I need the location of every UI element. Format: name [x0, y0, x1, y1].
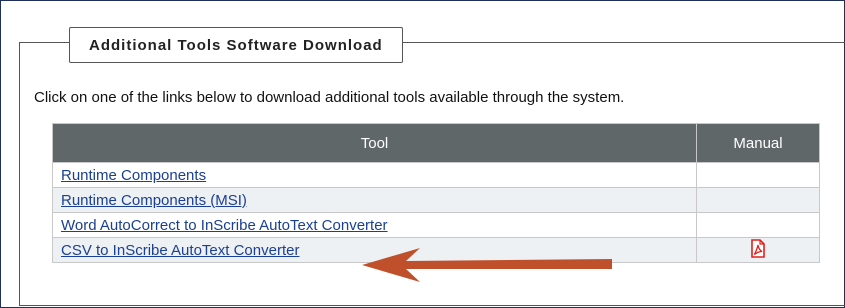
manual-cell — [696, 237, 820, 263]
table-row: Runtime Components (MSI) — [52, 187, 820, 213]
pdf-manual-icon[interactable] — [750, 238, 766, 262]
word-autocorrect-converter-link[interactable]: Word AutoCorrect to InScribe AutoText Co… — [61, 217, 388, 234]
table-header-row: Tool Manual — [52, 123, 820, 163]
runtime-components-link[interactable]: Runtime Components — [61, 167, 206, 184]
tool-cell: Word AutoCorrect to InScribe AutoText Co… — [52, 212, 697, 238]
tool-column-header: Tool — [52, 123, 697, 163]
tool-cell: Runtime Components (MSI) — [52, 187, 697, 213]
tool-cell: Runtime Components — [52, 162, 697, 188]
runtime-components-msi-link[interactable]: Runtime Components (MSI) — [61, 192, 247, 209]
intro-text: Click on one of the links below to downl… — [34, 89, 625, 106]
manual-column-header: Manual — [696, 123, 820, 163]
manual-cell — [696, 162, 820, 188]
section-title: Additional Tools Software Download — [69, 27, 403, 63]
table-row: Word AutoCorrect to InScribe AutoText Co… — [52, 212, 820, 238]
pointer-arrow-icon — [362, 248, 612, 282]
tools-table: Tool Manual Runtime Components Runtime C… — [52, 123, 820, 263]
csv-converter-link[interactable]: CSV to InScribe AutoText Converter — [61, 242, 299, 259]
table-row: Runtime Components — [52, 162, 820, 188]
manual-cell — [696, 187, 820, 213]
manual-cell — [696, 212, 820, 238]
